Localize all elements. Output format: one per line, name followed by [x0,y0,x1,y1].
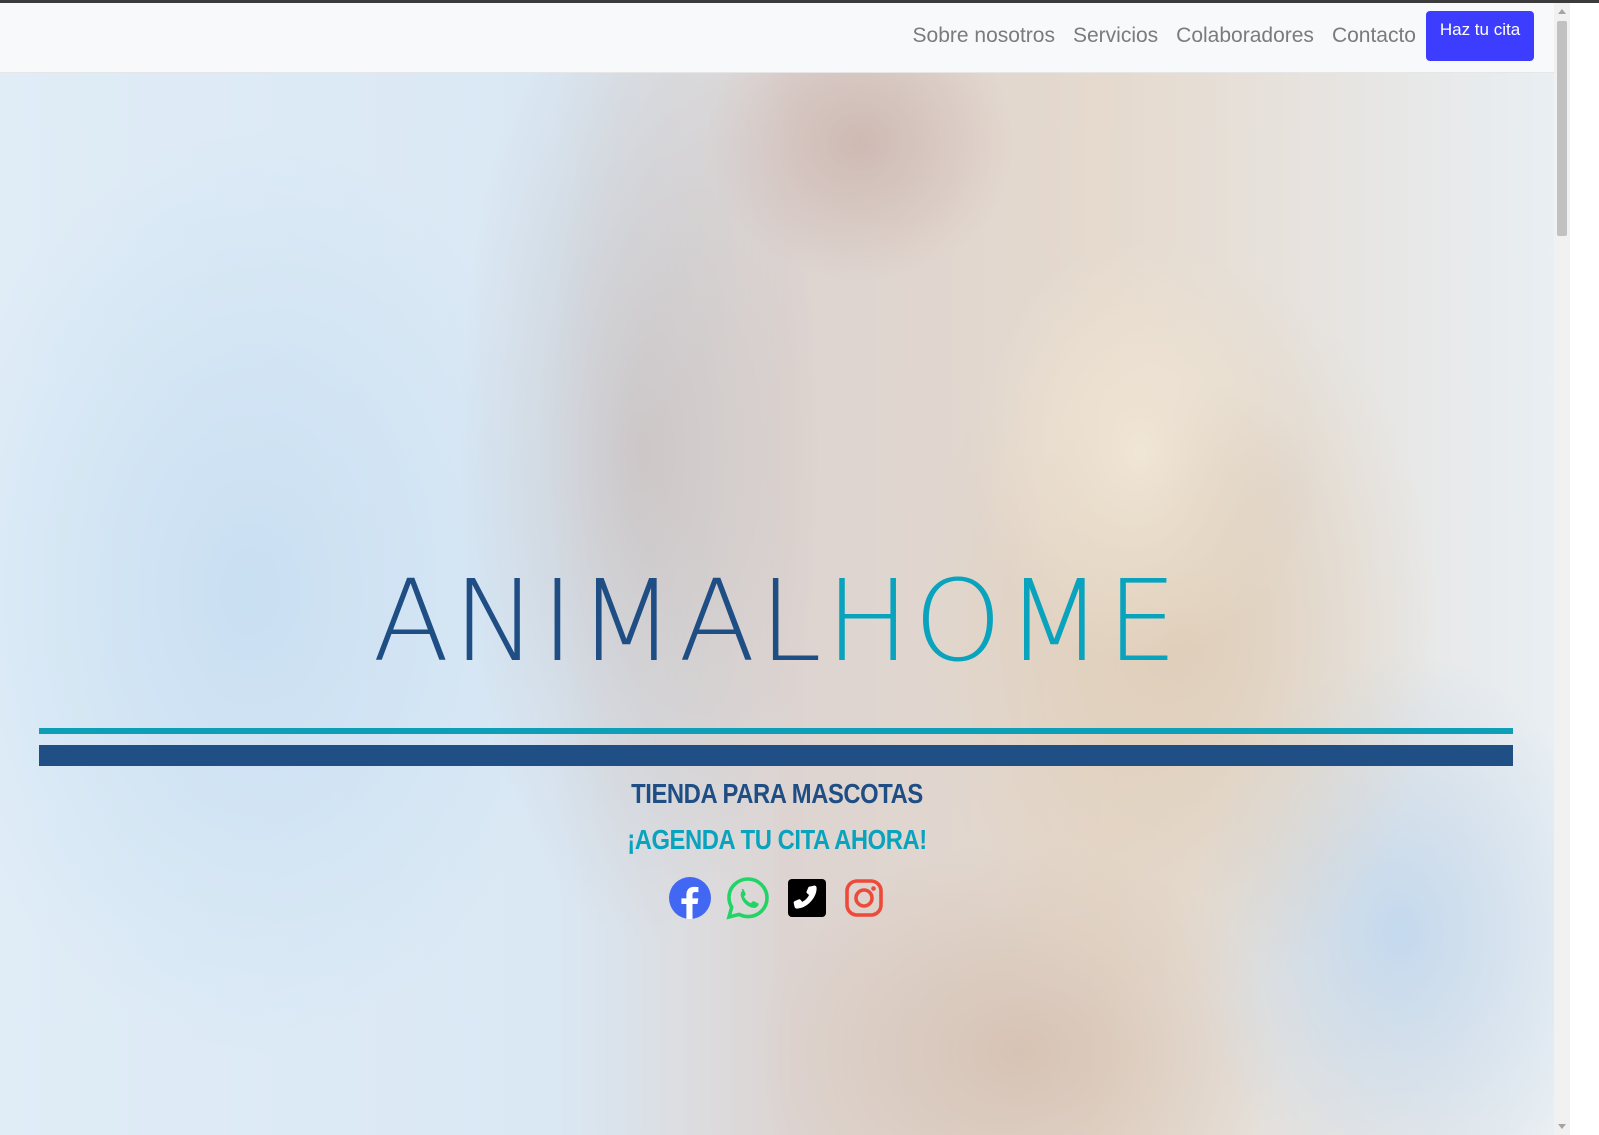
nav-link-servicios[interactable]: Servicios [1064,12,1167,60]
hero-section: ANIMALHOME TIENDA PARA MASCOTAS ¡AGENDA … [0,72,1584,1135]
nav-link-sobre-nosotros[interactable]: Sobre nosotros [904,12,1064,60]
phone-icon[interactable] [784,876,828,920]
facebook-icon[interactable] [668,876,712,920]
window-right-edge [1570,3,1599,1135]
appointment-prompt: ¡AGENDA TU CITA AHORA! [627,824,927,855]
nav-links: Sobre nosotros Servicios Colaboradores C… [904,11,1534,61]
social-links [668,876,886,920]
divider-thick [39,745,1513,766]
tagline: TIENDA PARA MASCOTAS [631,778,923,809]
appointment-button[interactable]: Haz tu cita [1426,11,1534,61]
nav-link-colaboradores[interactable]: Colaboradores [1167,12,1323,60]
hero-content: ANIMALHOME TIENDA PARA MASCOTAS ¡AGENDA … [0,72,1554,1135]
scrollbar-thumb[interactable] [1557,21,1567,236]
nav-link-contacto[interactable]: Contacto [1323,12,1425,60]
instagram-icon[interactable] [842,876,886,920]
scroll-down-arrow-icon[interactable] [1558,1124,1566,1129]
page-scrollbar[interactable] [1554,3,1570,1135]
logo-part-home: HOME [825,557,1182,687]
whatsapp-icon[interactable] [726,876,770,920]
logo-part-animal: ANIMAL [372,557,826,687]
navbar: Sobre nosotros Servicios Colaboradores C… [0,3,1554,73]
brand-logo: ANIMALHOME [0,562,1554,682]
divider-thin [39,728,1513,734]
scroll-up-arrow-icon[interactable] [1558,9,1566,14]
